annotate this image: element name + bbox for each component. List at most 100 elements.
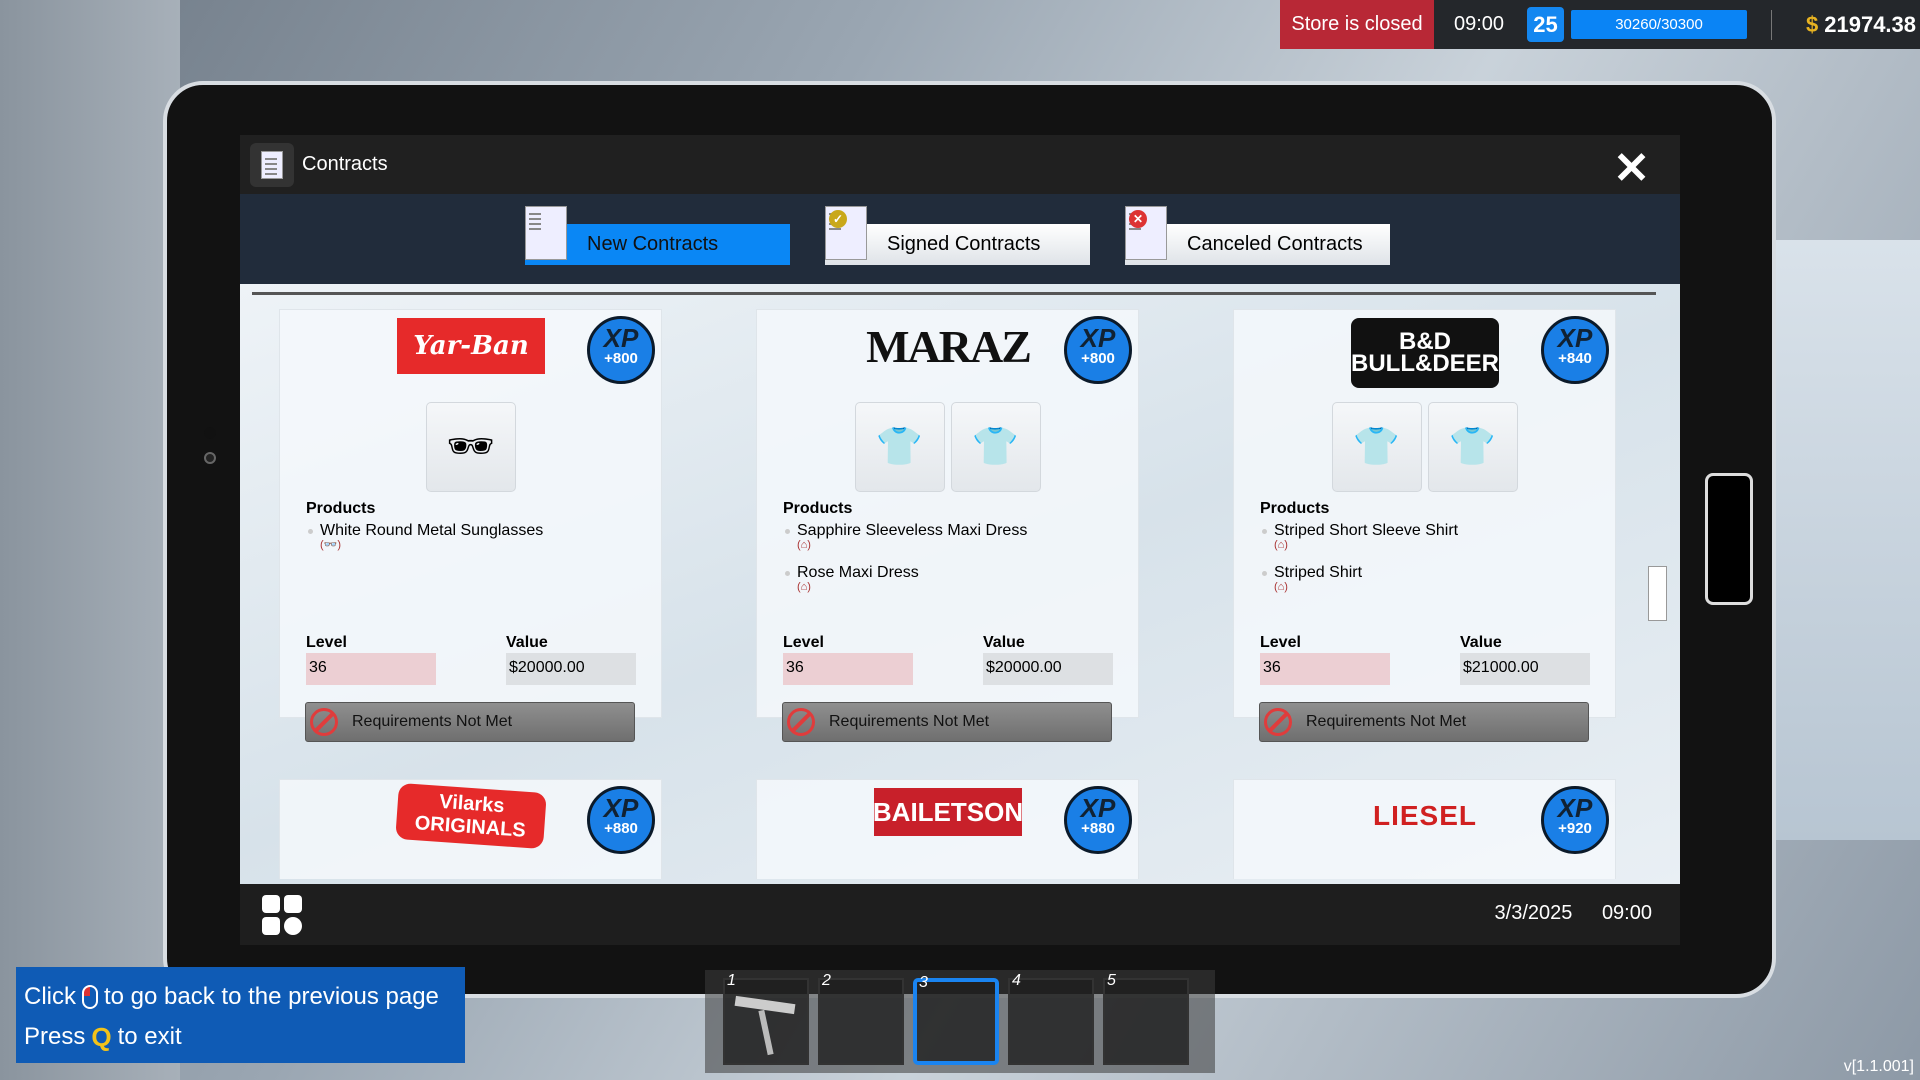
slot-number: 1: [727, 972, 736, 989]
product-name: Sapphire Sleeveless Maxi Dress: [797, 522, 1028, 539]
tablet-home-button[interactable]: [1705, 473, 1753, 605]
xp-value: +800: [1081, 350, 1115, 367]
product-thumbnail: 👕: [1427, 402, 1518, 492]
hotbar-slot-3[interactable]: 3: [913, 974, 999, 1065]
product-thumbnail: 👕: [854, 402, 945, 492]
products-label: Products: [1260, 500, 1330, 517]
hotbar-slot-1[interactable]: 1: [723, 972, 809, 1065]
store-status: Store is closed: [1280, 0, 1434, 49]
list-item: Striped Short Sleeve Shirt (⌂): [1260, 522, 1459, 551]
product-list: Striped Short Sleeve Shirt (⌂) Striped Shi…: [1260, 522, 1458, 606]
value-label: Value: [983, 634, 1025, 651]
list-item: White Round Metal Sunglasses (👓): [306, 522, 544, 551]
contract-card: Vilarks ORIGINALS XP +880: [279, 779, 662, 879]
hanger-icon: (⌂): [797, 539, 811, 551]
xp-reward-badge: XP +880: [1064, 786, 1132, 854]
tab-signed-contracts[interactable]: ✓ Signed Contracts: [825, 206, 1090, 265]
required-level-field: 36: [1260, 653, 1390, 685]
squeegee-handle: [758, 1009, 774, 1056]
brand-logo: B&D BULL&DEER: [1351, 318, 1499, 388]
hanger-icon: (⌂): [1274, 539, 1288, 551]
money-value: 21974.38: [1824, 11, 1917, 37]
required-level-field: 36: [306, 653, 436, 685]
xp-reward-badge: XP +800: [1064, 316, 1132, 384]
tab-bar: New Contracts ✓ Signed Contracts ✕ Cancele…: [240, 194, 1680, 284]
hotbar-slot-4[interactable]: 4: [1008, 972, 1094, 1065]
button-label: Requirements Not Met: [352, 713, 513, 730]
product-thumbnails: 🕶: [280, 402, 661, 492]
prohibited-icon: [1264, 708, 1292, 736]
required-level-field: 36: [783, 653, 913, 685]
product-name: Striped Shirt: [1274, 564, 1363, 581]
title-bar: Contracts ✕: [240, 135, 1680, 194]
brand-logo: MARAZ: [866, 320, 1032, 372]
contract-card: MARAZ XP +800 👕 👕 Products Sapphire Sleevel…: [756, 309, 1139, 718]
value-label: Value: [1460, 634, 1502, 651]
mouse-icon: [82, 985, 98, 1009]
products-label: Products: [306, 500, 376, 517]
key-q: Q: [91, 1021, 112, 1052]
contract-value-field: $20000.00: [983, 653, 1113, 685]
tab-new-contracts[interactable]: New Contracts: [525, 206, 790, 265]
xp-progress-bar: 30260/30300: [1571, 10, 1747, 39]
product-name: White Round Metal Sunglasses: [320, 522, 544, 539]
requirements-not-met-button[interactable]: Requirements Not Met: [305, 702, 635, 742]
list-item: Rose Maxi Dress (⌂): [783, 564, 1027, 593]
xp-reward-badge: XP +920: [1541, 786, 1609, 854]
window-title: Contracts: [302, 153, 388, 175]
hotbar-slot-2[interactable]: 2: [818, 972, 904, 1065]
product-name: Rose Maxi Dress: [797, 564, 919, 581]
contract-card: BAILETSON XP +880: [756, 779, 1139, 879]
contracts-window: Contracts ✕ New Contracts ✓ Signed Contra…: [240, 135, 1680, 945]
dollar-icon: $: [1806, 11, 1819, 37]
close-icon[interactable]: ✕: [1613, 143, 1650, 194]
footer-datetime: 3/3/2025 09:00: [1495, 902, 1652, 925]
brand-logo: Vilarks ORIGINALS: [395, 782, 547, 850]
brand-logo: Yar-Ban: [397, 318, 545, 374]
hint-text: to exit: [117, 1023, 182, 1050]
hud-divider: [1771, 10, 1772, 40]
requirements-not-met-button[interactable]: Requirements Not Met: [1259, 702, 1589, 742]
product-thumbnails: 👕 👕: [757, 402, 1138, 492]
product-thumbnail: 🕶: [425, 402, 516, 492]
contract-value-field: $21000.00: [1460, 653, 1590, 685]
apps-grid-icon[interactable]: [262, 895, 302, 935]
brand-logo: BAILETSON: [873, 788, 1023, 836]
tab-canceled-contracts[interactable]: ✕ Canceled Contracts: [1125, 206, 1390, 265]
product-name: Striped Short Sleeve Shirt: [1274, 522, 1459, 539]
contract-value-field: $20000.00: [506, 653, 636, 685]
camera-dot: [204, 452, 216, 464]
store-wall: [0, 0, 180, 1080]
game-time: 09:00: [1453, 13, 1505, 35]
store-shelf: [1770, 240, 1920, 840]
hanger-icon: (⌂): [797, 581, 811, 593]
slot-number: 2: [822, 972, 831, 989]
contracts-list: Yar-Ban XP +800 🕶 Products White Round Met…: [240, 284, 1680, 884]
tablet-footer: 3/3/2025 09:00: [240, 884, 1680, 945]
requirements-not-met-button[interactable]: Requirements Not Met: [782, 702, 1112, 742]
scrollbar-thumb[interactable]: [1648, 566, 1667, 621]
product-thumbnail: 👕: [950, 402, 1041, 492]
hint-text: Press: [24, 1023, 86, 1050]
slot-number: 3: [919, 974, 928, 991]
products-label: Products: [783, 500, 853, 517]
xp-value: +880: [1081, 820, 1115, 837]
level-label: Level: [1260, 634, 1301, 651]
product-list: White Round Metal Sunglasses (👓): [306, 522, 543, 564]
list-item: Sapphire Sleeveless Maxi Dress (⌂): [783, 522, 1028, 551]
button-label: Requirements Not Met: [1306, 713, 1467, 730]
divider: [252, 292, 1656, 295]
check-badge-icon: ✓: [829, 210, 847, 228]
version-label: v[1.1.001]: [1843, 1058, 1914, 1075]
hotbar-slot-5[interactable]: 5: [1103, 972, 1189, 1065]
prohibited-icon: [310, 708, 338, 736]
xp-value: +880: [604, 820, 638, 837]
xp-reward-badge: XP +800: [587, 316, 655, 384]
tab-label: Signed Contracts: [887, 233, 1041, 255]
slot-number: 4: [1012, 972, 1021, 989]
product-thumbnails: 👕 👕: [1234, 402, 1615, 492]
product-thumbnail: 👕: [1331, 402, 1422, 492]
hint-text: Click: [24, 983, 76, 1010]
footer-time: 09:00: [1601, 902, 1652, 924]
contract-card: Yar-Ban XP +800 🕶 Products White Round Met…: [279, 309, 662, 718]
